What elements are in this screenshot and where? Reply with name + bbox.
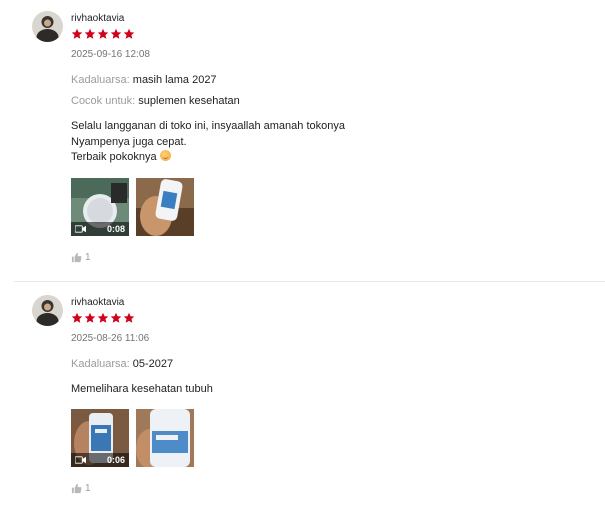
review-date: 2025-08-26 11:06 [71, 333, 150, 344]
thumbs-up-icon [71, 252, 82, 263]
avatar[interactable] [32, 295, 63, 326]
review-text: Memelihara kesehatan tubuh [71, 382, 213, 398]
attribute-label: Cocok untuk: [71, 95, 136, 107]
video-camera-icon [75, 225, 86, 233]
star-icon [71, 312, 83, 323]
star-icon [97, 312, 109, 323]
review-date: 2025-09-16 12:08 [71, 49, 150, 60]
attribute-value: masih lama 2027 [132, 74, 217, 86]
star-icon [84, 312, 96, 323]
review-divider [14, 281, 605, 282]
review-text-line: Nyampenya juga cepat. [71, 135, 187, 148]
video-duration: 0:06 [106, 455, 125, 465]
review-image-thumbnail[interactable] [136, 178, 194, 236]
star-icon [71, 28, 83, 39]
star-rating [71, 312, 135, 324]
attribute-suitable-for: Cocok untuk: suplemen kesehatan [71, 95, 240, 107]
review-video-thumbnail[interactable]: 0:06 [71, 409, 129, 467]
star-icon [123, 28, 135, 39]
star-icon [110, 312, 122, 323]
video-duration: 0:08 [106, 224, 125, 234]
attribute-expiry: Kadaluarsa: masih lama 2027 [71, 74, 217, 86]
review-text: Selalu langganan di toko ini, insyaallah… [71, 119, 345, 166]
like-button[interactable]: 1 [71, 483, 91, 494]
star-icon [110, 28, 122, 39]
review-image-thumbnail[interactable] [136, 409, 194, 467]
video-duration-bar: 0:06 [71, 453, 129, 467]
star-icon [123, 312, 135, 323]
attribute-expiry: Kadaluarsa: 05-2027 [71, 358, 173, 370]
like-count: 1 [85, 252, 91, 263]
username[interactable]: rivhaoktavia [71, 13, 124, 24]
star-rating [71, 28, 135, 40]
attribute-value: suplemen kesehatan [138, 95, 240, 107]
review-text-line: Selalu langganan di toko ini, insyaallah… [71, 120, 345, 132]
video-camera-icon [75, 456, 86, 464]
video-duration-bar: 0:08 [71, 222, 129, 236]
smile-emoji-icon [159, 150, 171, 161]
thumbs-up-icon [71, 483, 82, 494]
review-text-line: Memelihara kesehatan tubuh [71, 383, 213, 395]
avatar[interactable] [32, 11, 63, 42]
attribute-value: 05-2027 [132, 358, 174, 370]
like-button[interactable]: 1 [71, 252, 91, 263]
review-video-thumbnail[interactable]: 0:08 [71, 178, 129, 236]
attribute-label: Kadaluarsa: [71, 74, 130, 86]
username[interactable]: rivhaoktavia [71, 297, 124, 308]
review-text-line: Terbaik pokoknya [71, 151, 157, 163]
star-icon [84, 28, 96, 39]
star-icon [97, 28, 109, 39]
like-count: 1 [85, 483, 91, 494]
attribute-label: Kadaluarsa: [71, 358, 130, 370]
